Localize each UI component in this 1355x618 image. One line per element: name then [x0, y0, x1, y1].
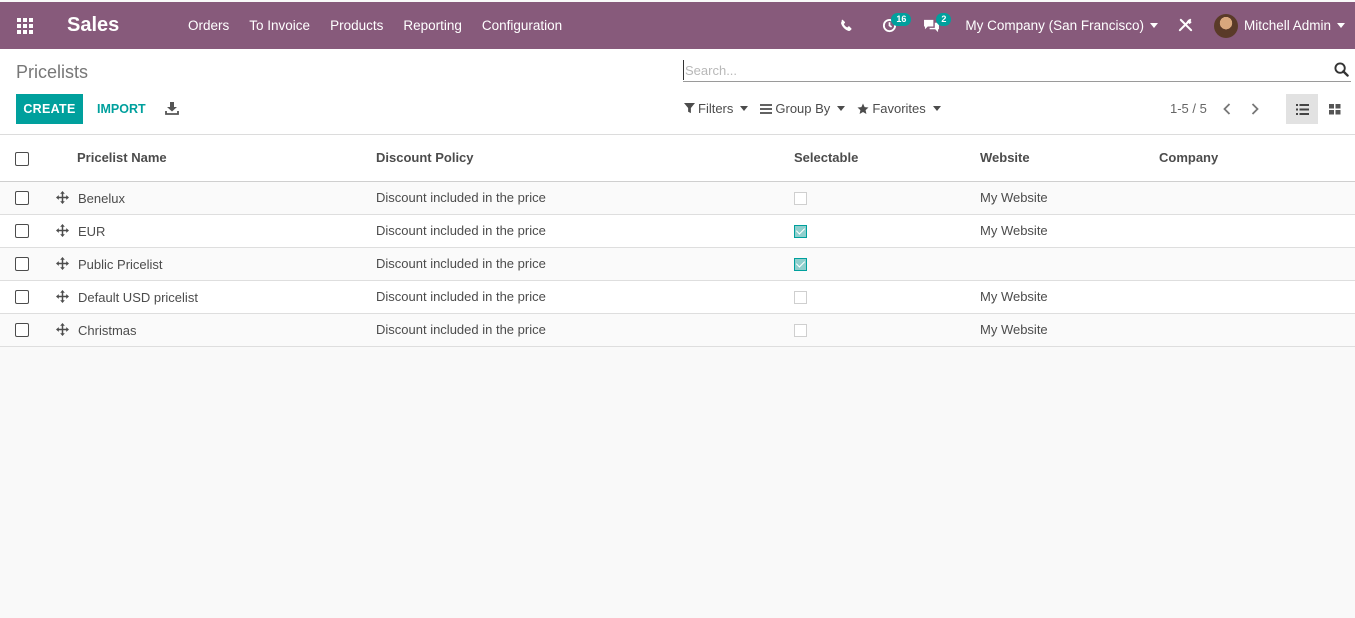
- search-input[interactable]: [683, 60, 1323, 80]
- systray: 16 2 My Company (San Francisco) Mitchell…: [831, 2, 1355, 49]
- menu-item-to-invoice[interactable]: To Invoice: [239, 18, 320, 33]
- drag-handle-icon[interactable]: [56, 191, 70, 205]
- favorites-dropdown[interactable]: Favorites: [857, 101, 941, 116]
- pricelist-name: Public Pricelist: [78, 256, 163, 272]
- favorites-label: Favorites: [872, 101, 926, 116]
- top-navbar: Sales Orders To Invoice Products Reporti…: [0, 2, 1355, 49]
- app-name[interactable]: Sales: [67, 14, 178, 37]
- menu-item-orders[interactable]: Orders: [178, 18, 239, 33]
- drag-handle-icon[interactable]: [56, 224, 70, 238]
- table-row[interactable]: Default USD pricelist Discount included i…: [0, 280, 1355, 313]
- row-checkbox[interactable]: [15, 290, 29, 305]
- menu-item-products[interactable]: Products: [320, 18, 393, 33]
- company-switcher[interactable]: My Company (San Francisco): [965, 18, 1158, 33]
- create-button[interactable]: CREATE: [16, 94, 83, 124]
- row-checkbox[interactable]: [15, 257, 29, 272]
- search-icon[interactable]: [1334, 62, 1350, 78]
- table-row[interactable]: Public Pricelist Discount included in the…: [0, 247, 1355, 280]
- pager-previous-icon[interactable]: [1220, 101, 1234, 117]
- messages-badge: 2: [936, 13, 952, 26]
- selectable-checkbox: [794, 225, 807, 239]
- search-bar: [683, 60, 1351, 82]
- discount-policy: Discount included in the price: [376, 256, 546, 271]
- table-row[interactable]: Christmas Discount included in the price M…: [0, 313, 1355, 346]
- import-button[interactable]: IMPORT: [93, 94, 150, 124]
- search-options: Filters Group By Favorites: [684, 101, 941, 116]
- selectable-checkbox: [794, 324, 807, 338]
- group-by-label: Group By: [775, 101, 831, 116]
- menu-item-reporting[interactable]: Reporting: [393, 18, 472, 33]
- website: My Website: [980, 289, 1048, 304]
- company: [1159, 280, 1355, 313]
- activity-clock-icon[interactable]: 16: [867, 2, 912, 49]
- chevron-down-icon: [740, 106, 749, 111]
- table-row[interactable]: Benelux Discount included in the price My …: [0, 181, 1355, 214]
- pricelist-table: Pricelist Name Discount Policy Selectabl…: [0, 135, 1355, 347]
- column-header-website[interactable]: Website: [980, 135, 1159, 181]
- filters-dropdown[interactable]: Filters: [684, 101, 749, 116]
- debug-tools-icon[interactable]: [1172, 2, 1200, 49]
- discount-policy: Discount included in the price: [376, 190, 546, 205]
- column-header-discount-policy[interactable]: Discount Policy: [376, 135, 794, 181]
- row-checkbox[interactable]: [15, 323, 29, 338]
- filter-icon: [684, 103, 695, 114]
- website: [980, 247, 1159, 280]
- discount-policy: Discount included in the price: [376, 322, 546, 337]
- kanban-view-icon[interactable]: [1321, 94, 1349, 124]
- column-header-company[interactable]: Company: [1159, 135, 1355, 181]
- main-menu: Orders To Invoice Products Reporting Con…: [178, 18, 572, 33]
- chevron-down-icon: [932, 106, 941, 111]
- row-checkbox[interactable]: [15, 191, 29, 206]
- column-header-selectable[interactable]: Selectable: [794, 135, 980, 181]
- download-icon[interactable]: [165, 101, 181, 117]
- drag-handle-icon[interactable]: [56, 290, 70, 304]
- page-title: Pricelists: [16, 62, 89, 82]
- avatar: [1213, 13, 1238, 38]
- messages-icon[interactable]: 2: [911, 2, 952, 49]
- user-name: Mitchell Admin: [1243, 18, 1331, 33]
- star-icon: [857, 103, 869, 114]
- phone-icon[interactable]: [831, 2, 861, 49]
- drag-handle-icon[interactable]: [56, 323, 70, 337]
- company: [1159, 313, 1355, 346]
- pricelist-name: Christmas: [78, 322, 137, 338]
- selectable-checkbox: [794, 258, 807, 272]
- selectable-checkbox: [794, 291, 807, 305]
- drag-handle-icon[interactable]: [56, 257, 70, 271]
- selectable-checkbox: [794, 192, 807, 206]
- pager-value[interactable]: 1-5 / 5: [1170, 101, 1207, 116]
- control-panel: Pricelists CREATE IMPORT Filters Group B…: [0, 49, 1355, 135]
- pager-next-icon[interactable]: [1248, 101, 1262, 117]
- menu-item-configuration[interactable]: Configuration: [472, 18, 572, 33]
- apps-menu-icon[interactable]: [0, 2, 50, 49]
- table-header: Pricelist Name Discount Policy Selectabl…: [0, 135, 1355, 181]
- company: [1159, 214, 1355, 247]
- website: My Website: [980, 223, 1048, 238]
- group-by-dropdown[interactable]: Group By: [760, 101, 846, 116]
- row-checkbox[interactable]: [15, 224, 29, 239]
- chevron-down-icon: [837, 106, 846, 111]
- company: [1159, 247, 1355, 280]
- pricelist-name: Default USD pricelist: [78, 289, 198, 305]
- column-header-name[interactable]: Pricelist Name: [44, 135, 376, 181]
- select-all-checkbox[interactable]: [15, 151, 29, 166]
- chevron-down-icon: [1149, 23, 1158, 28]
- company: [1159, 181, 1355, 214]
- website: My Website: [980, 190, 1048, 205]
- company-name: My Company (San Francisco): [965, 18, 1144, 33]
- activity-badge: 16: [891, 13, 912, 26]
- pricelist-name: Benelux: [78, 190, 125, 206]
- list-view-icon[interactable]: [1286, 94, 1318, 124]
- discount-policy: Discount included in the price: [376, 223, 546, 238]
- chevron-down-icon: [1337, 23, 1345, 28]
- discount-policy: Discount included in the price: [376, 289, 546, 304]
- bars-icon: [760, 103, 773, 114]
- table-row[interactable]: EUR Discount included in the price My Webs…: [0, 214, 1355, 247]
- user-menu[interactable]: Mitchell Admin: [1213, 13, 1345, 38]
- pricelist-name: EUR: [78, 223, 106, 239]
- filters-label: Filters: [698, 101, 734, 116]
- website: My Website: [980, 322, 1048, 337]
